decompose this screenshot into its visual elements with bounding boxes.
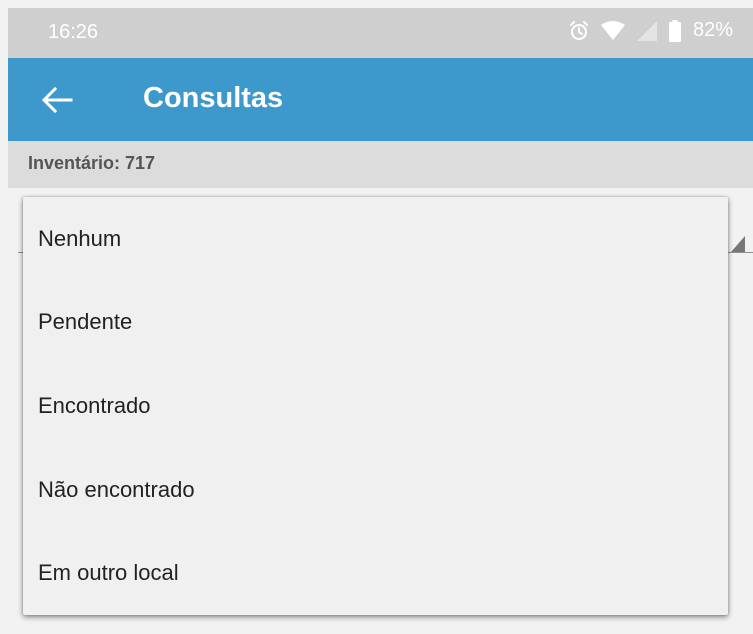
battery-icon [668, 19, 681, 42]
dropdown-option-nenhum[interactable]: Nenhum [23, 197, 728, 281]
dropdown-option-pendente[interactable]: Pendente [23, 281, 728, 365]
battery-percentage: 82% [692, 19, 733, 41]
status-bar: 16:26 82% [8, 8, 753, 58]
dropdown-option-em-outro-local[interactable]: Em outro local [23, 531, 728, 615]
alarm-icon [569, 20, 589, 42]
status-icons: 82% [569, 19, 733, 42]
app-bar: Consultas [8, 58, 753, 141]
page-title: Consultas [143, 82, 284, 114]
back-arrow-icon[interactable] [41, 85, 73, 115]
spinner-dropdown-icon[interactable] [731, 236, 745, 252]
dropdown-option-nao-encontrado[interactable]: Não encontrado [23, 448, 728, 532]
signal-icon [636, 20, 657, 41]
inventory-label: Inventário: 717 [28, 153, 156, 173]
dropdown-option-encontrado[interactable]: Encontrado [23, 364, 728, 448]
status-dropdown-menu: Nenhum Pendente Encontrado Não encontrad… [23, 197, 728, 615]
status-time: 16:26 [48, 21, 99, 43]
inventory-info-bar: Inventário: 717 [8, 141, 753, 188]
wifi-icon [600, 20, 625, 41]
